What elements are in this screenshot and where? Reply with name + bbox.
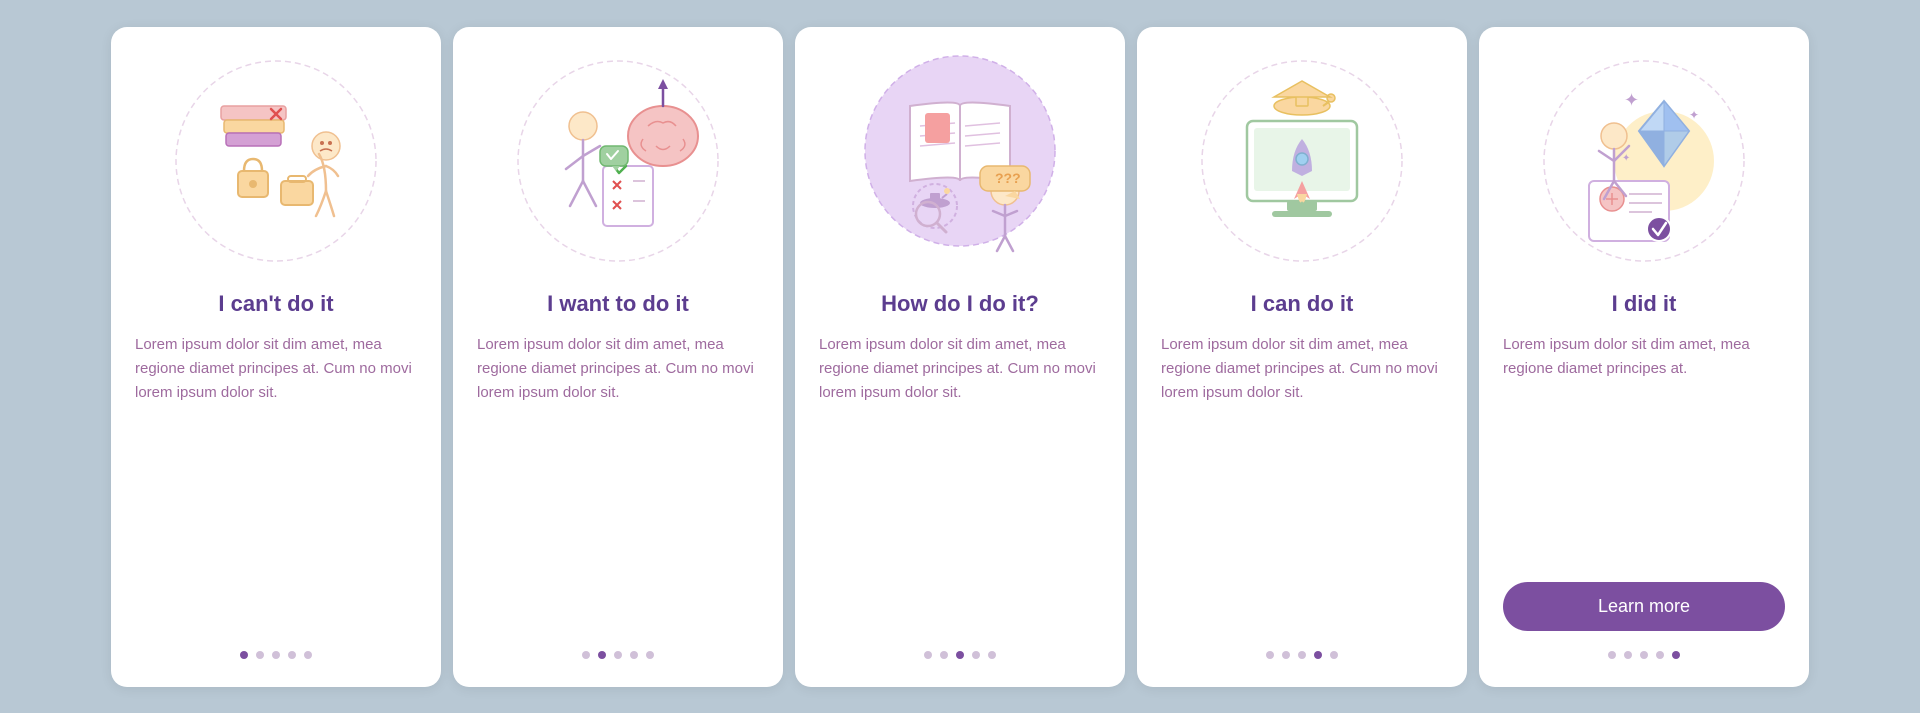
card-5: ✦ ✦ ✦ xyxy=(1479,27,1809,687)
card-3-body: Lorem ipsum dolor sit dim amet, mea regi… xyxy=(819,333,1101,631)
did-it-illustration: ✦ ✦ ✦ xyxy=(1534,51,1754,271)
svg-text:✦: ✦ xyxy=(1622,153,1630,164)
dot-2 xyxy=(598,651,606,659)
learn-more-button[interactable]: Learn more xyxy=(1503,582,1785,631)
can-do-it-illustration xyxy=(1192,51,1412,271)
dot-3 xyxy=(272,651,280,659)
dot-4 xyxy=(972,651,980,659)
want-to-do-it-illustration xyxy=(508,51,728,271)
how-do-i-do-it-illustration: ??? xyxy=(850,51,1070,271)
card-1-title: I can't do it xyxy=(218,291,333,317)
svg-text:✦: ✦ xyxy=(1624,90,1639,110)
dot-4 xyxy=(1656,651,1664,659)
dot-1 xyxy=(1608,651,1616,659)
card-2-title: I want to do it xyxy=(547,291,689,317)
dot-5 xyxy=(1330,651,1338,659)
dot-3 xyxy=(956,651,964,659)
card-3-title: How do I do it? xyxy=(881,291,1039,317)
card-5-dots xyxy=(1608,651,1680,659)
dot-1 xyxy=(582,651,590,659)
dot-2 xyxy=(1624,651,1632,659)
dot-3 xyxy=(1640,651,1648,659)
dot-5 xyxy=(304,651,312,659)
cards-container: I can't do it Lorem ipsum dolor sit dim … xyxy=(91,7,1829,707)
dot-5 xyxy=(1672,651,1680,659)
card-2-dots xyxy=(582,651,654,659)
card-4: I can do it Lorem ipsum dolor sit dim am… xyxy=(1137,27,1467,687)
dot-3 xyxy=(614,651,622,659)
card-4-body: Lorem ipsum dolor sit dim amet, mea regi… xyxy=(1161,333,1443,631)
dot-2 xyxy=(1282,651,1290,659)
dot-5 xyxy=(988,651,996,659)
cant-do-it-illustration xyxy=(166,51,386,271)
card-1-body: Lorem ipsum dolor sit dim amet, mea regi… xyxy=(135,333,417,631)
card-1: I can't do it Lorem ipsum dolor sit dim … xyxy=(111,27,441,687)
card-2: I want to do it Lorem ipsum dolor sit di… xyxy=(453,27,783,687)
dot-1 xyxy=(1266,651,1274,659)
dot-4 xyxy=(1314,651,1322,659)
dot-3 xyxy=(1298,651,1306,659)
svg-text:???: ??? xyxy=(995,170,1021,186)
dot-1 xyxy=(240,651,248,659)
card-4-dots xyxy=(1266,651,1338,659)
card-3-dots xyxy=(924,651,996,659)
dot-4 xyxy=(288,651,296,659)
card-3: ??? How do I do it? Lorem ipsum dolor si… xyxy=(795,27,1125,687)
dot-4 xyxy=(630,651,638,659)
dot-5 xyxy=(646,651,654,659)
svg-text:✦: ✦ xyxy=(1689,108,1699,122)
card-4-title: I can do it xyxy=(1251,291,1354,317)
card-1-dots xyxy=(240,651,312,659)
dot-2 xyxy=(256,651,264,659)
card-2-body: Lorem ipsum dolor sit dim amet, mea regi… xyxy=(477,333,759,631)
card-5-body: Lorem ipsum dolor sit dim amet, mea regi… xyxy=(1503,333,1785,566)
dot-2 xyxy=(940,651,948,659)
dot-1 xyxy=(924,651,932,659)
card-5-title: I did it xyxy=(1612,291,1677,317)
